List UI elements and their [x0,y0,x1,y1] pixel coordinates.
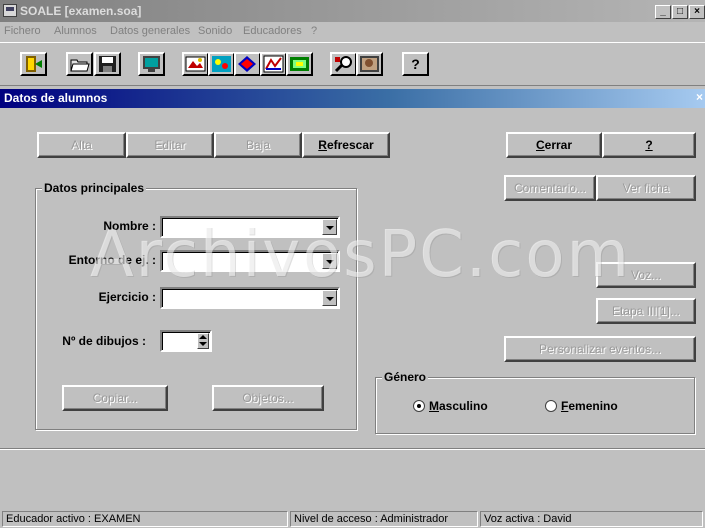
help-label: ? [645,138,653,152]
masculino-mnemonic: M [429,399,439,413]
alta-button[interactable]: Alta [37,132,126,158]
save-icon[interactable] [94,52,121,76]
status-educador: Educador activo : EXAMEN [2,511,288,527]
baja-label: Baja [245,138,271,152]
masculino-label: asculino [439,399,488,413]
alta-label: Alta [71,138,92,152]
watermark: ArchivosPC.com [90,218,631,292]
child-window-title-bar: Datos de alumnos × [0,89,705,108]
chevron-down-icon[interactable] [322,290,337,306]
status-bar: Educador activo : EXAMEN Nivel de acceso… [0,510,705,528]
maximize-button[interactable]: □ [672,5,688,19]
radio-unselected-icon [545,400,557,412]
genero-legend: Género [382,370,429,384]
copiar-button[interactable]: Copiar... [62,385,168,411]
femenino-label: emenino [568,399,618,413]
radio-selected-icon [413,400,425,412]
editar-button[interactable]: Editar [126,132,214,158]
cerrar-mnemonic: C [535,138,545,152]
menu-fichero[interactable]: Fichero [4,25,41,37]
status-voz: Voz activa : David [480,511,703,527]
menu-help[interactable]: ? [311,25,317,37]
ejercicio-label: Ejercicio : [98,290,156,304]
child-window-title: Datos de alumnos [4,91,108,105]
window-controls: _ □ × [654,3,705,19]
ver-ficha-label: Ver ficha [622,181,670,195]
divider [0,448,705,450]
refrescar-label: efrescar [326,138,374,152]
toolbar: ? [0,42,705,86]
menu-alumnos[interactable]: Alumnos [54,25,97,37]
child-close-button[interactable]: × [696,90,703,104]
dibujos-spinner[interactable] [160,330,212,352]
shapes-icon[interactable] [234,52,261,76]
menu-sonido[interactable]: Sonido [198,25,232,37]
search-icon[interactable] [330,52,357,76]
palette-icon[interactable] [208,52,235,76]
ver-ficha-button[interactable]: Ver ficha [596,175,696,201]
chart-icon[interactable] [260,52,287,76]
objetos-button[interactable]: Objetos... [212,385,324,411]
image-icon[interactable] [356,52,383,76]
personalizar-eventos-button[interactable]: Personalizar eventos... [504,336,696,362]
masculino-radio[interactable]: Masculino [413,399,488,413]
title-bar: SOALE [examen.soa] _ □ × [0,0,705,22]
menu-educadores[interactable]: Educadores [243,25,302,37]
cerrar-label: errar [544,138,573,152]
help-button[interactable]: ? [602,132,696,158]
editar-label: Editar [154,138,186,152]
spin-arrows-icon[interactable] [197,333,209,349]
folder-image-icon[interactable] [286,52,313,76]
menu-bar: Fichero Alumnos Datos generales Sonido E… [0,22,705,42]
app-icon [3,4,17,17]
monitor-icon[interactable] [138,52,165,76]
drawing-icon[interactable] [182,52,209,76]
refrescar-button[interactable]: Refrescar [302,132,390,158]
comentario-label: Comentario... [513,181,587,195]
open-icon[interactable] [66,52,93,76]
minimize-button[interactable]: _ [655,5,671,19]
child-window-body: Alta Editar Baja Refrescar Cerrar ? Come… [0,108,705,510]
dibujos-label: Nº de dibujos : [62,334,146,348]
personalizar-label: Personalizar eventos... [538,342,662,356]
voz-label: Voz... [630,268,662,282]
copiar-label: Copiar... [92,391,138,405]
exit-icon[interactable] [20,52,47,76]
refrescar-mnemonic: R [318,138,327,152]
help-icon[interactable]: ? [402,52,429,76]
window-title: SOALE [examen.soa] [20,4,142,18]
comentario-button[interactable]: Comentario... [504,175,596,201]
menu-datos-generales[interactable]: Datos generales [110,25,190,37]
cerrar-button[interactable]: Cerrar [506,132,602,158]
etapa-button[interactable]: Etapa III[1]... [596,298,696,324]
etapa-label: Etapa III[1]... [611,304,681,318]
status-nivel: Nivel de acceso : Administrador [290,511,478,527]
femenino-radio[interactable]: Femenino [545,399,618,413]
baja-button[interactable]: Baja [214,132,302,158]
close-button[interactable]: × [689,5,705,19]
datos-principales-legend: Datos principales [42,181,147,195]
objetos-label: Objetos... [242,391,294,405]
